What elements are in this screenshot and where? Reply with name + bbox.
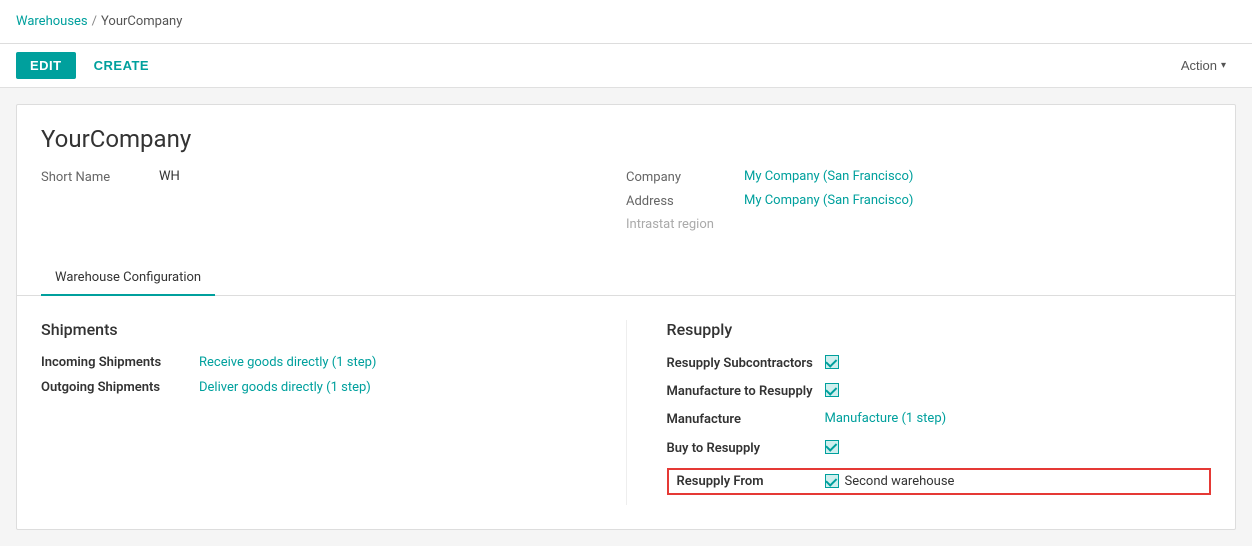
resupply-from-checkbox[interactable]: [825, 474, 839, 488]
intrastat-label: Intrastat region: [626, 217, 714, 232]
action-label: Action: [1181, 58, 1217, 73]
manufacture-row: Manufacture Manufacture (1 step): [667, 411, 1212, 429]
manufacture-value: Manufacture (1 step): [825, 411, 947, 426]
action-button[interactable]: Action ▾: [1171, 52, 1236, 79]
manufacture-resupply-row: Manufacture to Resupply: [667, 383, 1212, 401]
short-name-label: Short Name: [41, 169, 151, 185]
company-row: Company My Company (San Francisco): [626, 169, 1211, 185]
shipments-section: Shipments Incoming Shipments Receive goo…: [41, 320, 626, 505]
breadcrumb-current: YourCompany: [101, 14, 182, 29]
breadcrumb: Warehouses / YourCompany: [16, 14, 182, 29]
fields-left: Short Name WH: [41, 169, 626, 240]
breadcrumb-toolbar: Warehouses / YourCompany: [0, 0, 1252, 44]
tabs-bar: Warehouse Configuration: [17, 260, 1235, 296]
short-name-value: WH: [159, 169, 180, 184]
breadcrumb-warehouses-link[interactable]: Warehouses: [16, 14, 88, 29]
address-row: Address My Company (San Francisco): [626, 193, 1211, 209]
buy-resupply-row: Buy to Resupply: [667, 440, 1212, 458]
intrastat-row: Intrastat region: [626, 217, 1211, 232]
incoming-shipments-value[interactable]: Receive goods directly (1 step): [199, 355, 376, 370]
address-label: Address: [626, 193, 736, 209]
outgoing-shipments-value[interactable]: Deliver goods directly (1 step): [199, 380, 371, 395]
record-header: YourCompany Short Name WH Company My Com…: [17, 105, 1235, 252]
fields-right: Company My Company (San Francisco) Addre…: [626, 169, 1211, 240]
buy-resupply-value: [825, 440, 839, 454]
main-content: YourCompany Short Name WH Company My Com…: [0, 88, 1252, 546]
resupply-from-value: Second warehouse: [825, 474, 955, 489]
company-label: Company: [626, 169, 736, 185]
buy-resupply-checkbox[interactable]: [825, 440, 839, 454]
outgoing-shipments-row: Outgoing Shipments Deliver goods directl…: [41, 380, 586, 395]
resupply-subcontractors-row: Resupply Subcontractors: [667, 355, 1212, 373]
manufacture-resupply-checkbox[interactable]: [825, 383, 839, 397]
incoming-shipments-row: Incoming Shipments Receive goods directl…: [41, 355, 586, 370]
resupply-subcontractors-label: Resupply Subcontractors: [667, 355, 817, 373]
incoming-shipments-label: Incoming Shipments: [41, 355, 191, 370]
action-bar: EDIT CREATE Action ▾: [0, 44, 1252, 88]
manufacture-label: Manufacture: [667, 411, 817, 429]
edit-button[interactable]: EDIT: [16, 52, 76, 79]
address-value[interactable]: My Company (San Francisco): [744, 193, 913, 208]
resupply-subcontractors-value: [825, 355, 839, 369]
short-name-row: Short Name WH: [41, 169, 626, 185]
create-button[interactable]: CREATE: [84, 52, 159, 79]
tab-warehouse-configuration[interactable]: Warehouse Configuration: [41, 260, 215, 296]
resupply-from-row: Resupply From Second warehouse: [667, 468, 1212, 495]
fields-row: Short Name WH Company My Company (San Fr…: [41, 169, 1211, 240]
company-value[interactable]: My Company (San Francisco): [744, 169, 913, 184]
buy-resupply-label: Buy to Resupply: [667, 440, 817, 458]
outgoing-shipments-label: Outgoing Shipments: [41, 380, 191, 395]
breadcrumb-separator: /: [92, 14, 97, 29]
manufacture-resupply-label: Manufacture to Resupply: [667, 383, 817, 401]
resupply-section: Resupply Resupply Subcontractors Manufac…: [626, 320, 1212, 505]
tab-content: Shipments Incoming Shipments Receive goo…: [17, 296, 1235, 529]
resupply-title: Resupply: [667, 320, 1212, 339]
manufacture-step-value[interactable]: Manufacture (1 step): [825, 411, 947, 426]
shipments-title: Shipments: [41, 320, 586, 339]
record-card: YourCompany Short Name WH Company My Com…: [16, 104, 1236, 530]
chevron-down-icon: ▾: [1221, 60, 1226, 71]
resupply-subcontractors-checkbox[interactable]: [825, 355, 839, 369]
resupply-from-warehouse: Second warehouse: [845, 474, 955, 489]
resupply-from-label: Resupply From: [677, 474, 817, 489]
manufacture-resupply-value: [825, 383, 839, 397]
record-title: YourCompany: [41, 125, 1211, 153]
